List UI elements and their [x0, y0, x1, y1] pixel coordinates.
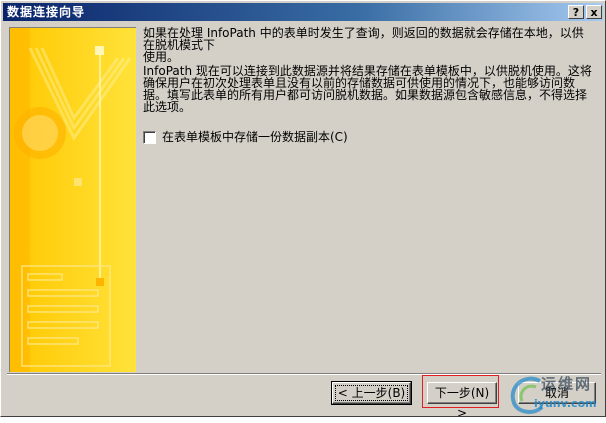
- help-button[interactable]: ?: [568, 5, 584, 19]
- offline-info-text: 如果在处理 InfoPath 中的表单时发生了查询，则返回的数据就会存储在本地，…: [143, 26, 584, 64]
- wizard-graphic-image: [10, 28, 136, 372]
- close-button[interactable]: x: [586, 5, 602, 19]
- store-copy-checkbox[interactable]: [143, 130, 156, 144]
- window-title: 数据连接向导: [7, 5, 86, 19]
- wizard-dialog: 数据连接向导 ? x 如果在处理 InfoPath 中的表单时发生了查询，则返回…: [0, 0, 606, 420]
- store-data-info-text: InfoPath 现在可以连接到此数据源并将结果存储在表单模板中，以供脱机使用。…: [143, 64, 592, 114]
- button-separator: [7, 373, 601, 375]
- title-bar: 数据连接向导 ? x: [3, 3, 603, 21]
- wizard-content: 如果在处理 InfoPath 中的表单时发生了查询，则返回的数据就会存储在本地，…: [143, 27, 595, 115]
- store-copy-option[interactable]: 在表单模板中存储一份数据副本(C): [143, 130, 348, 144]
- next-button-highlight: [422, 375, 499, 408]
- store-copy-label[interactable]: 在表单模板中存储一份数据副本(C): [162, 130, 348, 144]
- back-button-label[interactable]: < 上一步(B): [334, 385, 409, 401]
- back-button[interactable]: < 上一步(B): [331, 381, 412, 405]
- cancel-button[interactable]: 取消: [518, 382, 596, 404]
- wizard-side-graphic: [9, 27, 136, 372]
